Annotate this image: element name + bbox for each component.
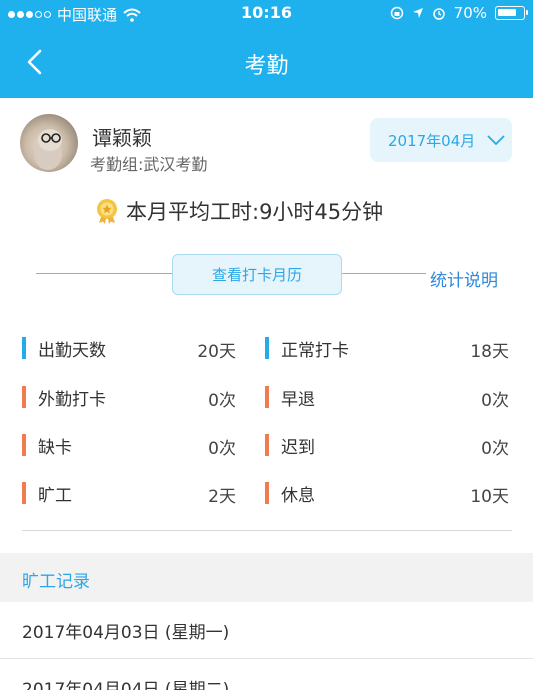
stat-value: 18天 <box>470 342 509 362</box>
divider-right <box>342 273 426 274</box>
record-date: 2017年04月04日 (星期二) <box>22 680 230 690</box>
avatar-image <box>34 129 62 170</box>
divider-left <box>36 273 172 274</box>
stat-marker <box>22 482 26 504</box>
chevron-down-icon <box>487 135 505 146</box>
stat-attendance-days[interactable]: 出勤天数 20天 <box>22 336 236 362</box>
stat-value: 20天 <box>197 342 236 362</box>
rotation-lock-icon <box>390 6 403 20</box>
list-item[interactable]: 2017年04月03日 (星期一) <box>0 602 533 659</box>
avatar[interactable] <box>20 114 78 172</box>
stat-value: 0次 <box>208 391 236 411</box>
stat-value: 0次 <box>481 391 509 411</box>
stat-marker <box>22 386 26 408</box>
top-bar: 中国联通 10:16 70% 考勤 <box>0 0 533 98</box>
stat-absenteeism[interactable]: 旷工 2天 <box>22 481 236 507</box>
stat-label: 迟到 <box>281 437 315 458</box>
stat-normal-punch[interactable]: 正常打卡 18天 <box>265 336 509 362</box>
stat-value: 0次 <box>208 439 236 459</box>
stat-label: 旷工 <box>38 485 72 506</box>
stat-label: 正常打卡 <box>281 340 349 361</box>
list-item[interactable]: 2017年04月04日 (星期二) <box>0 659 533 690</box>
stat-label: 缺卡 <box>38 437 72 458</box>
divider <box>22 530 512 531</box>
stat-marker <box>22 434 26 456</box>
stat-rest[interactable]: 休息 10天 <box>265 481 509 507</box>
stat-field-punch[interactable]: 外勤打卡 0次 <box>22 385 236 411</box>
attendance-group: 考勤组:武汉考勤 <box>90 155 208 174</box>
alarm-icon <box>432 8 445 20</box>
record-date: 2017年04月03日 (星期一) <box>22 623 230 643</box>
battery-icon <box>495 6 528 20</box>
average-hours-text: 本月平均工时:9小时45分钟 <box>126 200 384 224</box>
view-calendar-button[interactable]: 查看打卡月历 <box>172 254 342 295</box>
average-hours: 本月平均工时:9小时45分钟 <box>94 196 383 226</box>
stats-explanation-link[interactable]: 统计说明 <box>430 266 498 291</box>
stat-marker <box>22 337 26 359</box>
medal-icon <box>97 199 117 224</box>
stat-label: 休息 <box>281 485 315 506</box>
stat-label: 早退 <box>281 389 315 410</box>
status-right: 70% <box>390 4 528 22</box>
status-bar: 中国联通 10:16 70% <box>0 0 533 26</box>
stat-marker <box>265 482 269 504</box>
stat-marker <box>265 434 269 456</box>
stat-early-leave[interactable]: 早退 0次 <box>265 385 509 411</box>
stat-late[interactable]: 迟到 0次 <box>265 433 509 459</box>
stat-missing-punch[interactable]: 缺卡 0次 <box>22 433 236 459</box>
stat-marker <box>265 337 269 359</box>
stat-value: 2天 <box>208 487 236 507</box>
user-name: 谭颖颖 <box>92 126 152 150</box>
location-icon <box>412 8 423 18</box>
month-label: 2017年04月 <box>388 131 476 150</box>
absence-section-header: 旷工记录 <box>0 553 533 602</box>
nav-bar: 考勤 <box>0 26 533 98</box>
stat-value: 0次 <box>481 439 509 459</box>
absence-section-title: 旷工记录 <box>22 572 90 592</box>
stat-value: 10天 <box>470 487 509 507</box>
stat-label: 外勤打卡 <box>38 389 106 410</box>
stat-marker <box>265 386 269 408</box>
battery-percent: 70% <box>453 4 487 22</box>
stat-label: 出勤天数 <box>38 340 106 361</box>
page-title: 考勤 <box>244 54 289 79</box>
month-selector[interactable]: 2017年04月 <box>370 118 512 162</box>
